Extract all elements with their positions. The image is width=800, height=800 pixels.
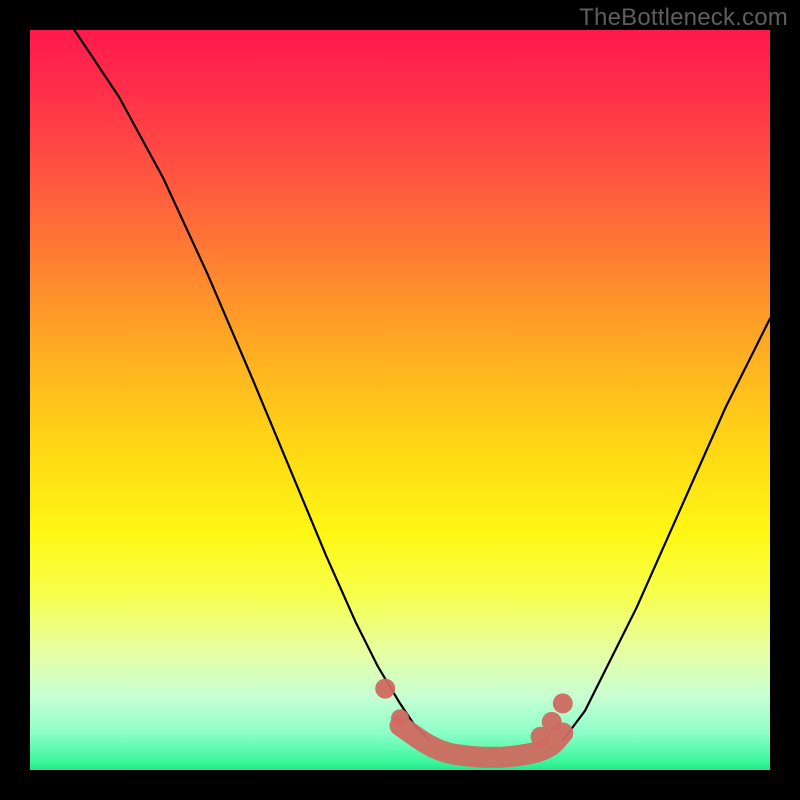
marker-dot [553,693,573,713]
plot-area [30,30,770,770]
curve-left [74,30,429,740]
marker-dot [391,709,409,727]
chart-container: TheBottleneck.com [0,0,800,800]
chart-svg [30,30,770,770]
watermark-text: TheBottleneck.com [579,4,788,32]
curve-right [563,319,770,741]
marker-dot [375,679,395,699]
marker-dot [542,712,562,732]
